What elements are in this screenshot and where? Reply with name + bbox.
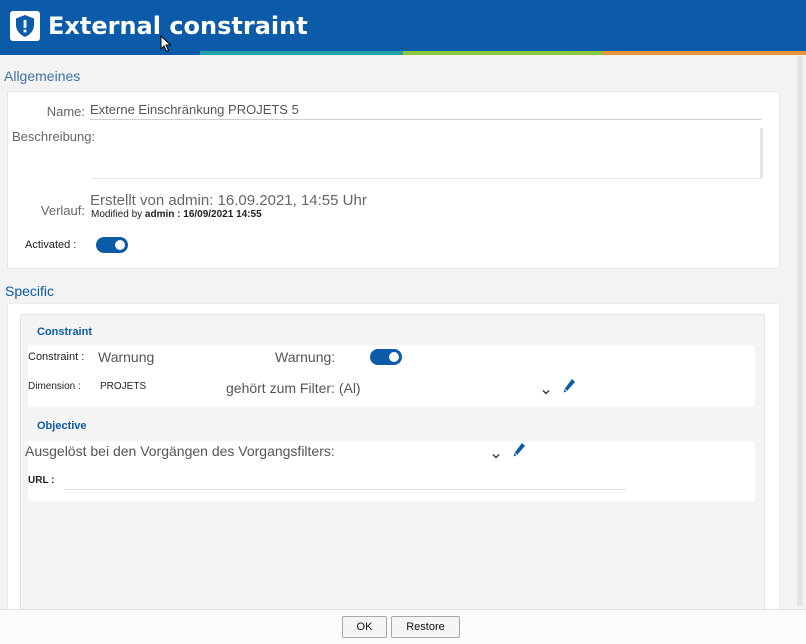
- accent-stripe-orange: [603, 51, 806, 55]
- mouse-cursor-icon: [160, 34, 172, 58]
- dimension-value[interactable]: PROJETS: [100, 381, 146, 392]
- constraint-value[interactable]: Warnung: [98, 349, 154, 365]
- name-label: Name:: [46, 104, 85, 119]
- toggle-knob: [115, 240, 125, 250]
- ok-button[interactable]: OK: [342, 616, 387, 638]
- window-title: External constraint: [48, 12, 308, 40]
- warning-label: Warnung:: [275, 349, 336, 365]
- history-modified-prefix: Modified by: [91, 209, 143, 220]
- objective-header: Objective: [37, 420, 87, 432]
- toggle-knob: [389, 352, 399, 362]
- url-input[interactable]: [64, 474, 626, 490]
- history-modified: Modified by admin : 16/09/2021 14:55: [91, 209, 262, 220]
- title-bar: External constraint: [0, 0, 806, 52]
- constraint-label: Constraint :: [28, 351, 85, 363]
- chevron-down-icon[interactable]: [492, 447, 500, 465]
- description-textarea[interactable]: [92, 128, 763, 179]
- description-label: Beschreibung:: [12, 129, 96, 144]
- activated-toggle[interactable]: [96, 237, 128, 253]
- accent-stripe-green: [403, 51, 603, 55]
- accent-stripe-teal: [200, 51, 403, 55]
- section-title-general: Allgemeines: [4, 68, 81, 84]
- chevron-down-icon[interactable]: [542, 383, 550, 401]
- url-label: URL :: [28, 475, 55, 486]
- constraint-header: Constraint: [37, 326, 92, 338]
- history-modified-user: admin : 16/09/2021 14:55: [144, 209, 262, 220]
- restore-button[interactable]: Restore: [391, 616, 460, 638]
- dimension-label: Dimension :: [28, 381, 81, 392]
- history-created: Erstellt von admin: 16.09.2021, 14:55 Uh…: [90, 192, 367, 209]
- scrollbar[interactable]: [797, 56, 803, 606]
- shield-icon: [10, 11, 40, 41]
- history-label: Verlauf:: [40, 203, 85, 218]
- section-title-specific: Specific: [5, 283, 55, 299]
- name-input[interactable]: Externe Einschränkung PROJETS 5: [90, 102, 762, 120]
- activated-label: Activated :: [25, 239, 77, 251]
- trigger-select[interactable]: Ausgelöst bei den Vorgängen des Vorgangs…: [25, 443, 335, 459]
- pencil-icon[interactable]: [512, 442, 526, 463]
- pencil-icon[interactable]: [562, 378, 576, 399]
- filter-select[interactable]: gehört zum Filter: (Al): [226, 380, 361, 396]
- warning-toggle[interactable]: [370, 349, 402, 365]
